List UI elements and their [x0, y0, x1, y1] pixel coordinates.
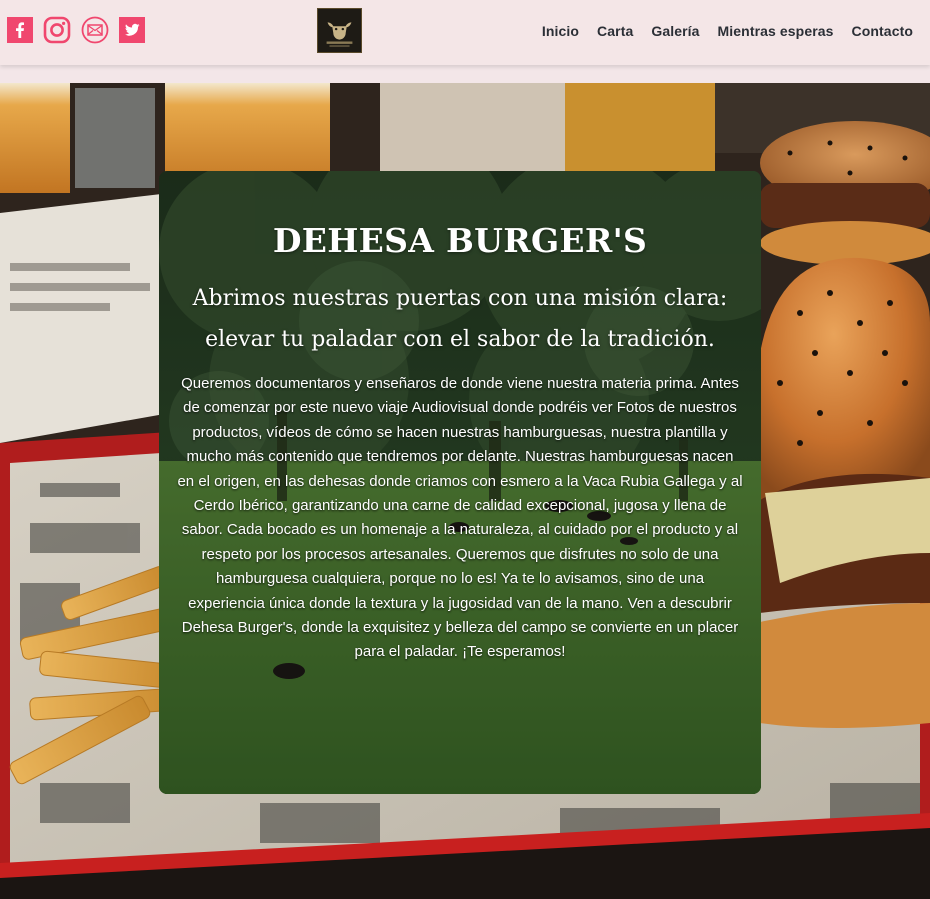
intro-card: DEHESA BURGER'S Abrimos nuestras puertas… — [159, 171, 761, 794]
nav-mientras-esperas[interactable]: Mientras esperas — [718, 23, 834, 39]
logo[interactable] — [317, 8, 362, 53]
hero-section: DEHESA BURGER'S Abrimos nuestras puertas… — [0, 83, 930, 899]
nav-inicio[interactable]: Inicio — [542, 23, 579, 39]
mail-icon[interactable] — [81, 16, 109, 44]
nav-galeria[interactable]: Galería — [651, 23, 699, 39]
instagram-icon[interactable] — [43, 16, 71, 44]
twitter-icon[interactable] — [119, 17, 145, 43]
header-spacer — [0, 65, 930, 83]
facebook-icon[interactable] — [7, 17, 33, 43]
nav-contacto[interactable]: Contacto — [852, 23, 913, 39]
hero-body: Queremos documentaros y enseñaros de don… — [177, 375, 743, 661]
social-links — [7, 16, 145, 44]
intro-content: DEHESA BURGER'S Abrimos nuestras puertas… — [159, 171, 761, 665]
hero-subtitle: Abrimos nuestras puertas con una misión … — [192, 286, 728, 352]
main-nav: Inicio Carta Galería Mientras esperas Co… — [542, 23, 913, 39]
site-header: Inicio Carta Galería Mientras esperas Co… — [0, 0, 930, 65]
nav-carta[interactable]: Carta — [597, 23, 633, 39]
hero-title: DEHESA BURGER'S — [272, 221, 648, 260]
